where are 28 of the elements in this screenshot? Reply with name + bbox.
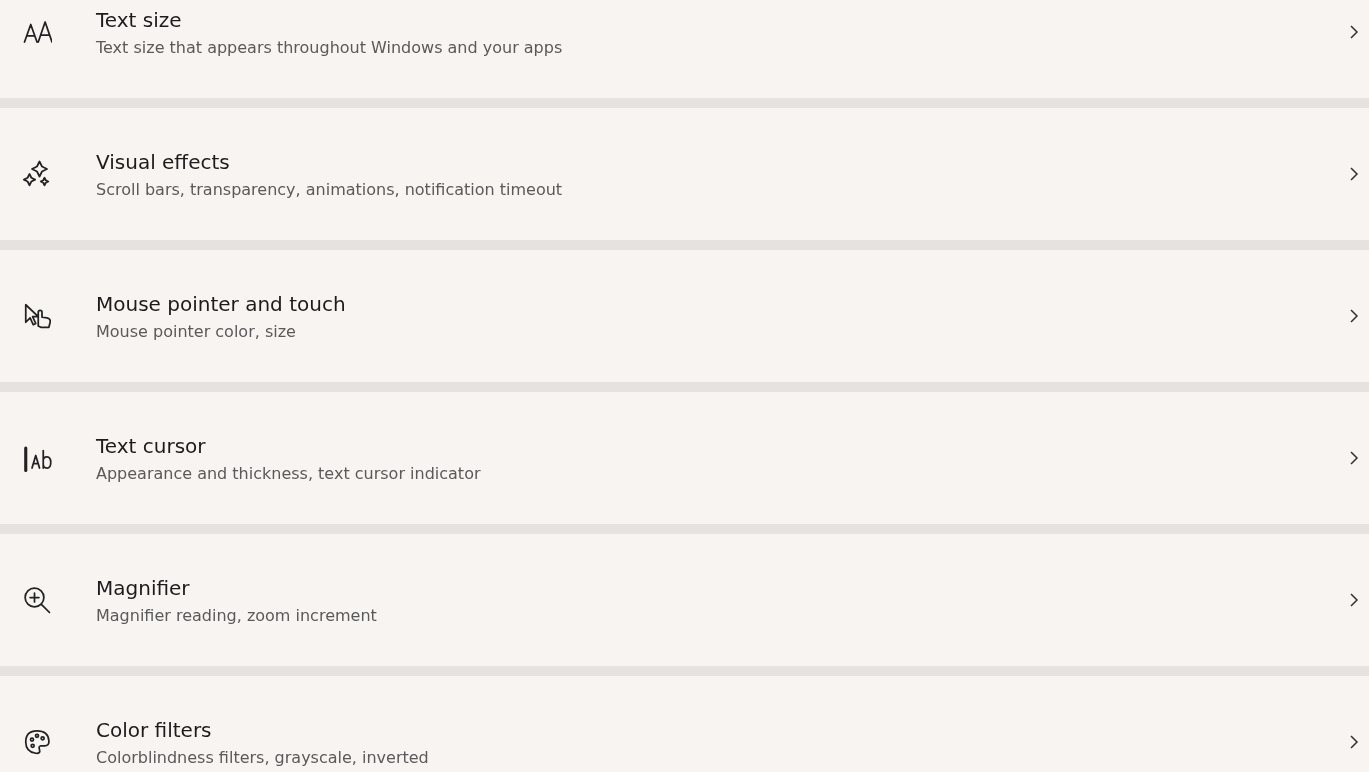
setting-description: Text size that appears throughout Windows and your apps bbox=[96, 37, 564, 57]
settings-row[interactable]: Visual effects Scroll bars, transparency, animations, notification timeout bbox=[0, 108, 1369, 240]
setting-description: Scroll bars, transparency, animations, notification timeout bbox=[96, 179, 564, 199]
settings-row[interactable]: Mouse pointer and touch Mouse pointer color, size bbox=[0, 250, 1369, 382]
setting-title: Color filters bbox=[96, 717, 213, 742]
setting-description: Colorblindness filters, grayscale, inverted bbox=[96, 747, 430, 767]
chevron-right-icon bbox=[1349, 734, 1359, 750]
settings-row[interactable]: Magnifier Magnifier reading, zoom increment bbox=[0, 534, 1369, 666]
setting-title: Magnifier bbox=[96, 575, 191, 600]
settings-row[interactable]: Color filters Colorblindness filters, grayscale, inverted bbox=[0, 676, 1369, 772]
chevron-right-icon bbox=[1349, 24, 1359, 40]
setting-title: Visual effects bbox=[96, 149, 231, 174]
palette-icon bbox=[22, 727, 52, 757]
chevron-right-icon bbox=[1349, 450, 1359, 466]
setting-description: Appearance and thickness, text cursor indicator bbox=[96, 463, 482, 483]
chevron-right-icon bbox=[1349, 308, 1359, 324]
setting-title: Text size bbox=[96, 7, 183, 32]
sparkles-icon bbox=[22, 159, 52, 189]
setting-title: Mouse pointer and touch bbox=[96, 291, 347, 316]
setting-description: Mouse pointer color, size bbox=[96, 321, 297, 341]
settings-row[interactable]: Text cursor Appearance and thickness, text cursor indicator bbox=[0, 392, 1369, 524]
setting-title: Text cursor bbox=[96, 433, 207, 458]
zoom-in-icon bbox=[22, 585, 52, 615]
pointer-hand-icon bbox=[22, 301, 52, 331]
chevron-right-icon bbox=[1349, 166, 1359, 182]
setting-description: Magnifier reading, zoom increment bbox=[96, 605, 378, 625]
chevron-right-icon bbox=[1349, 592, 1359, 608]
settings-row[interactable]: Text size Text size that appears throughout Windows and your apps bbox=[0, 0, 1369, 98]
